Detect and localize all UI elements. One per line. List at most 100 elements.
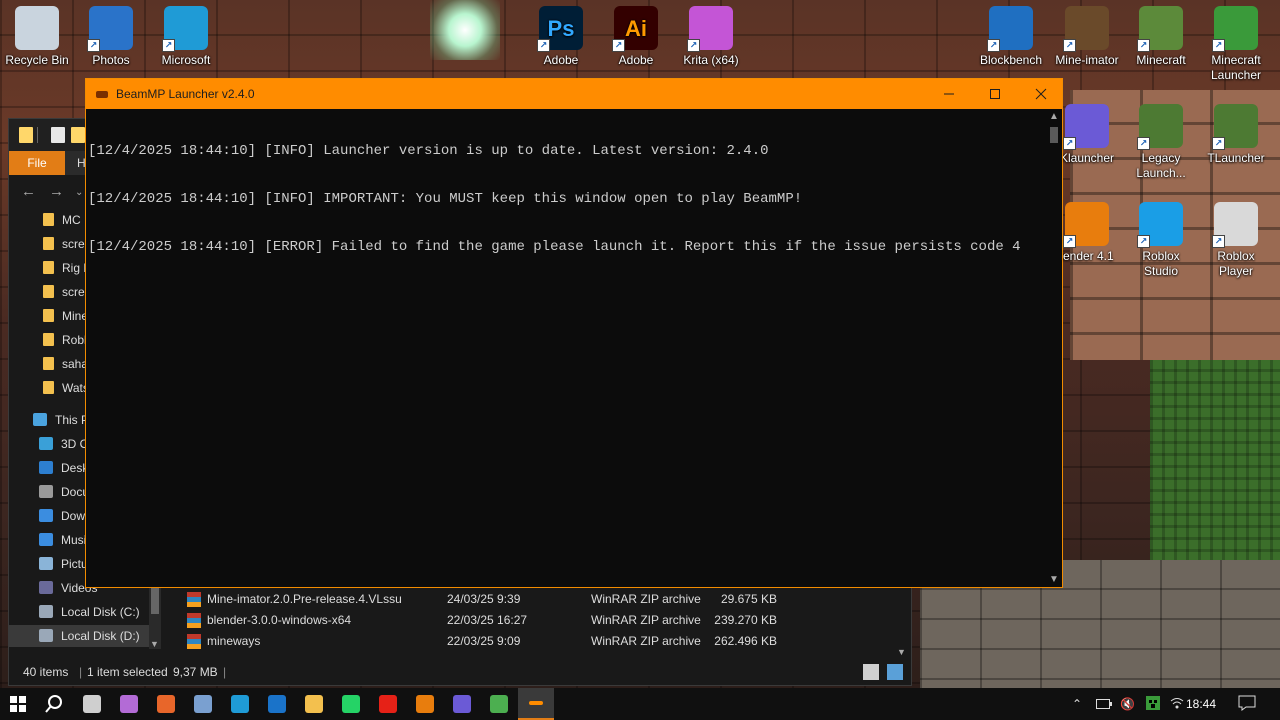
taskbar-firefox-button[interactable] — [148, 688, 184, 720]
maximize-icon — [990, 89, 1000, 99]
taskbar-blender-button[interactable] — [407, 688, 443, 720]
taskbar-krita-button[interactable] — [185, 688, 221, 720]
windows-logo-icon — [10, 696, 26, 712]
desktop-icon-tlauncher[interactable]: ↗ TLauncher — [1199, 100, 1273, 166]
file-size: 29.675 KB — [720, 592, 777, 606]
wifi-glyph — [1170, 698, 1184, 709]
minecraft-tray-icon[interactable] — [1146, 688, 1160, 720]
file-size: 262.496 KB — [714, 634, 777, 648]
desktop-icon-legacy-launcher[interactable]: ↗ Legacy Launch... — [1124, 100, 1198, 181]
file-name: Mine-imator.2.0.Pre-release.4.VLssu — [207, 592, 402, 606]
minimize-button[interactable] — [926, 79, 972, 109]
tree-item[interactable]: Local Disk (C:) — [9, 601, 149, 623]
taskbar-whatsapp-button[interactable] — [333, 688, 369, 720]
minecraft-icon: ↗ — [1137, 6, 1183, 52]
desktop-icon-recycle-bin[interactable]: Recycle Bin — [0, 2, 74, 68]
taskbar-edge-button[interactable] — [222, 688, 258, 720]
desktop-icon-minecraft[interactable]: ↗ Minecraft — [1124, 2, 1198, 68]
desktop-icon-roblox-player[interactable]: ↗ Roblox Player — [1199, 198, 1273, 279]
folder-icon — [43, 333, 54, 346]
shortcut-arrow-icon: ↗ — [1137, 137, 1150, 150]
item-count: 40 items — [23, 665, 69, 679]
chevron-down-icon[interactable]: ⌄ — [75, 187, 83, 198]
edge-taskbar-icon — [231, 695, 249, 713]
taskbar: ⌃ 🔇 18:44 — [0, 688, 1280, 720]
shortcut-arrow-icon: ↗ — [1212, 39, 1225, 52]
volume-muted-icon[interactable]: 🔇 — [1120, 688, 1135, 720]
new-folder-icon[interactable] — [71, 127, 85, 143]
desktop-icon-edge[interactable]: ↗ Microsoft — [149, 2, 223, 68]
forward-arrow-icon[interactable]: → — [49, 183, 64, 200]
details-view-button[interactable] — [863, 664, 879, 680]
taskbar-file-explorer-button[interactable] — [296, 688, 332, 720]
scrollbar-thumb[interactable] — [1050, 127, 1058, 143]
minecraft-launcher-icon: ↗ — [1212, 6, 1258, 52]
scroll-up-icon[interactable]: ▲ — [1046, 111, 1062, 122]
desktop-icon-photoshop[interactable]: Ps ↗ Adobe — [524, 2, 598, 68]
taskbar-youtube-button[interactable] — [370, 688, 406, 720]
file-tab[interactable]: File — [9, 151, 65, 175]
tree-item[interactable]: Local Disk (D:) — [9, 625, 149, 647]
scroll-down-icon[interactable]: ▼ — [1046, 574, 1062, 585]
desktop-icon-label: Mine-imator — [1055, 53, 1119, 67]
taskbar-klauncher-button[interactable] — [444, 688, 480, 720]
library-icon — [39, 437, 53, 450]
tree-item-label: MC — [62, 213, 81, 227]
file-date: 24/03/25 9:39 — [447, 592, 521, 606]
notifications-icon[interactable] — [1238, 688, 1256, 720]
properties-icon[interactable] — [51, 127, 65, 143]
file-row[interactable]: mineways 22/03/25 9:09 WinRAR ZIP archive 2… — [179, 631, 899, 652]
wifi-icon[interactable] — [1170, 688, 1184, 720]
file-row[interactable]: Mine-imator.2.0.Pre-release.4.VLssu 24/03… — [179, 589, 899, 610]
console-output[interactable]: [12/4/2025 18:44:10] [INFO] Launcher ver… — [86, 109, 1046, 587]
taskbar-beammp-button[interactable] — [518, 688, 554, 720]
console-scrollbar[interactable]: ▲ ▼ — [1046, 109, 1062, 587]
desktop-icon-krita[interactable]: ↗ Krita (x64) — [674, 2, 748, 68]
folder-icon — [43, 381, 54, 394]
taskbar-copilot-button[interactable] — [111, 688, 147, 720]
desktop-icon-minecraft-launcher[interactable]: ↗ Minecraft Launcher — [1199, 2, 1273, 83]
log-line-info-important: [12/4/2025 18:44:10] [INFO] IMPORTANT: Y… — [88, 191, 803, 207]
beammp-console-window[interactable]: BeamMP Launcher v2.4.0 [12/4/2025 18:44:… — [85, 78, 1063, 588]
taskbar-outlook-button[interactable] — [259, 688, 295, 720]
desktop-icon-label: Minecraft — [1136, 53, 1186, 67]
log-line-info-version: [12/4/2025 18:44:10] [INFO] Launcher ver… — [88, 143, 769, 159]
desktop-icon-label: Recycle Bin — [5, 53, 69, 67]
title-bar[interactable]: BeamMP Launcher v2.4.0 — [86, 79, 1062, 109]
maximize-button[interactable] — [972, 79, 1018, 109]
file-list: Mine-imator.2.0.Pre-release.4.VLssu 24/03… — [179, 589, 899, 659]
desktop-icon-photos[interactable]: ↗ Photos — [74, 2, 148, 68]
shortcut-arrow-icon: ↗ — [687, 39, 700, 52]
desktop-icon-roblox-studio[interactable]: ↗ Roblox Studio — [1124, 198, 1198, 279]
start-button[interactable] — [0, 688, 36, 720]
close-icon — [1035, 88, 1047, 100]
show-hidden-icons-icon[interactable]: ⌃ — [1072, 688, 1082, 720]
window-title: BeamMP Launcher v2.4.0 — [116, 87, 255, 101]
file-list-scrollbar[interactable]: ▼ — [895, 589, 909, 659]
back-arrow-icon[interactable]: ← — [21, 183, 36, 200]
desktop-icon-label: Krita (x64) — [683, 53, 739, 67]
creeper-glyph — [1146, 696, 1160, 710]
taskbar-chrome-button[interactable] — [481, 688, 517, 720]
desktop-icon-mine-imator[interactable]: ↗ Mine-imator — [1050, 2, 1124, 68]
large-icons-view-button[interactable] — [887, 664, 903, 680]
shortcut-arrow-icon: ↗ — [162, 39, 175, 52]
scroll-down-icon[interactable]: ▼ — [897, 647, 906, 657]
desktop-icon-illustrator[interactable]: Ai ↗ Adobe — [599, 2, 673, 68]
log-line-error: [12/4/2025 18:44:10] [ERROR] Failed to f… — [88, 239, 1021, 255]
folder-icon[interactable] — [19, 127, 33, 143]
file-row[interactable]: blender-3.0.0-windows-x64 22/03/25 16:27 W… — [179, 610, 899, 631]
klauncher-taskbar-icon — [453, 695, 471, 713]
desktop-icon-blockbench[interactable]: ↗ Blockbench — [974, 2, 1048, 68]
close-button[interactable] — [1018, 79, 1064, 109]
desktop-icon-label: TLauncher — [1207, 151, 1265, 165]
legacy-launcher-icon: ↗ — [1137, 104, 1183, 150]
tlauncher-icon: ↗ — [1212, 104, 1258, 150]
scroll-down-icon[interactable]: ▼ — [150, 639, 159, 649]
scrollbar-thumb[interactable] — [151, 584, 159, 614]
tree-item-label: Pictu — [61, 557, 88, 571]
search-button[interactable] — [36, 688, 72, 720]
clock[interactable]: 18:44 — [1186, 688, 1216, 720]
battery-icon[interactable] — [1096, 688, 1112, 720]
taskbar-task-view-button[interactable] — [74, 688, 110, 720]
